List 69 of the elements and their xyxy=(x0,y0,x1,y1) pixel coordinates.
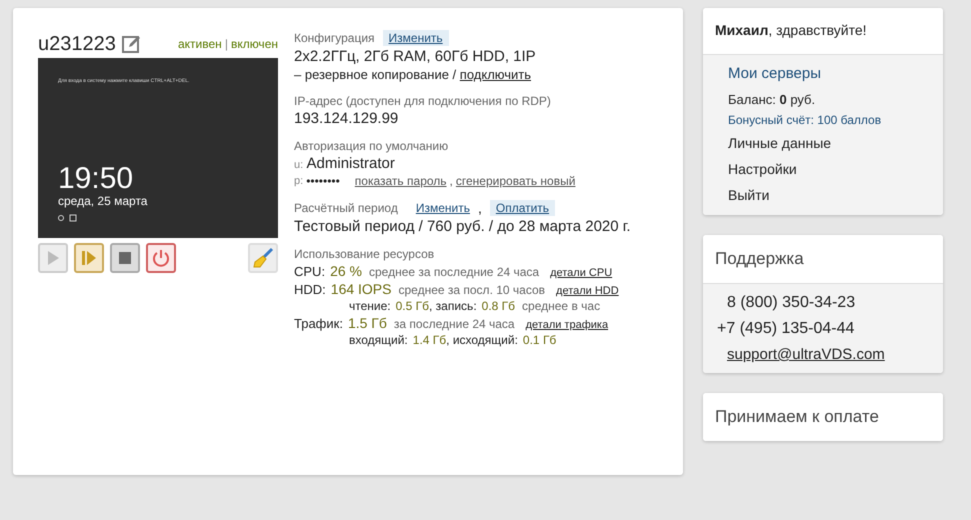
resource-subvalue: 0.1 Гб xyxy=(522,333,556,347)
backup-text: – резервное копирование / xyxy=(294,67,456,82)
clean-button[interactable] xyxy=(248,243,278,273)
resource-sublabel: , исходящий: xyxy=(446,333,518,347)
separator: , xyxy=(478,200,482,216)
phone-number: +7 (495) 135-04-44 xyxy=(717,320,856,338)
greeting: Михаил, здравствуйте! xyxy=(715,22,867,38)
details-link[interactable]: детали трафика xyxy=(526,319,608,331)
section-label: Авторизация по умолчанию xyxy=(294,139,450,153)
menu-item[interactable]: Личные данные xyxy=(728,133,931,153)
ip-address: 193.124.129.99 xyxy=(294,110,400,127)
details-link[interactable]: детали HDD xyxy=(556,285,619,297)
play-icon xyxy=(46,250,60,266)
clock-time: 19:50 xyxy=(58,164,134,194)
resource-label: Трафик: xyxy=(294,316,343,331)
pay-link[interactable]: Оплатить xyxy=(490,200,556,216)
resource-label: HDD: xyxy=(294,282,326,297)
change-config-link[interactable]: Изменить xyxy=(382,30,449,46)
stop-icon xyxy=(119,252,131,264)
change-period-link[interactable]: Изменить xyxy=(416,201,470,215)
resource-label: CPU: xyxy=(294,264,326,279)
menu-item[interactable]: Настройки xyxy=(728,159,931,179)
resource-note: среднее за последние 24 часа xyxy=(368,265,540,279)
resource-sublabel: , запись: xyxy=(429,299,477,313)
password-prefix: p: xyxy=(294,175,304,187)
config-value: 2x2.2ГГц, 2Гб RAM, 60Гб HDD, 1IP xyxy=(294,48,537,65)
separator: | xyxy=(224,37,228,51)
menu-item[interactable]: Выйти xyxy=(728,185,931,205)
power-icon xyxy=(152,249,170,267)
section-label: IP-адрес (доступен для подключения по RDP) xyxy=(294,94,552,108)
resource-sublabel: входящий: xyxy=(349,333,408,347)
billing-period: Тестовый период / 760 руб. / до 28 марта 2020 г. xyxy=(294,218,631,235)
resume-button[interactable] xyxy=(74,243,104,273)
clock-date: среда, 25 марта xyxy=(58,194,148,208)
my-servers-link[interactable]: Мои серверы xyxy=(728,65,931,82)
resource-subvalue: 1.4 Гб xyxy=(412,333,446,347)
resource-value: 1.5 Гб xyxy=(348,315,387,331)
panel-title: Поддержка xyxy=(715,249,804,268)
section-label: Конфигурация xyxy=(294,31,375,45)
panel-title: Принимаем к оплате xyxy=(715,407,879,426)
resource-sublabel: чтение: xyxy=(349,299,391,313)
user-prefix: u: xyxy=(294,159,304,171)
resource-note: среднее в час xyxy=(522,299,600,313)
resource-value: 164 IOPS xyxy=(330,281,392,297)
power-button[interactable] xyxy=(146,243,176,273)
bar-play-icon xyxy=(81,250,97,266)
details-link[interactable]: детали CPU xyxy=(550,267,612,279)
section-label: Использование ресурсов xyxy=(294,247,436,261)
section-label: Расчётный период xyxy=(294,201,398,215)
connect-backup-link[interactable]: подключить xyxy=(460,67,532,82)
status-text: активен xyxy=(178,37,222,51)
power-status: включен xyxy=(230,37,278,51)
username: Administrator xyxy=(306,155,395,172)
stop-button[interactable] xyxy=(110,243,140,273)
password-dots: •••••••• xyxy=(306,174,340,188)
resource-subvalue: 0.8 Гб xyxy=(482,299,516,313)
bonus-link[interactable]: Бонусный счёт: 100 баллов xyxy=(728,113,931,127)
generate-password-link[interactable]: сгенерировать новый xyxy=(456,174,576,188)
separator: , xyxy=(450,174,453,188)
resource-note: среднее за посл. 10 часов xyxy=(398,283,546,297)
balance-text: Баланс: 0 руб. xyxy=(728,92,816,107)
email-link[interactable]: support@ultraVDS.com xyxy=(727,346,931,363)
resource-subvalue: 0.5 Гб xyxy=(396,299,430,313)
show-password-link[interactable]: показать пароль xyxy=(354,174,447,188)
server-name: u231223 xyxy=(38,32,116,56)
resource-note: за последние 24 часа xyxy=(394,317,515,331)
edit-icon[interactable] xyxy=(122,34,142,54)
resource-value: 26 % xyxy=(330,263,362,279)
phone-number: 8 (800) 350-34-23 xyxy=(727,294,856,312)
